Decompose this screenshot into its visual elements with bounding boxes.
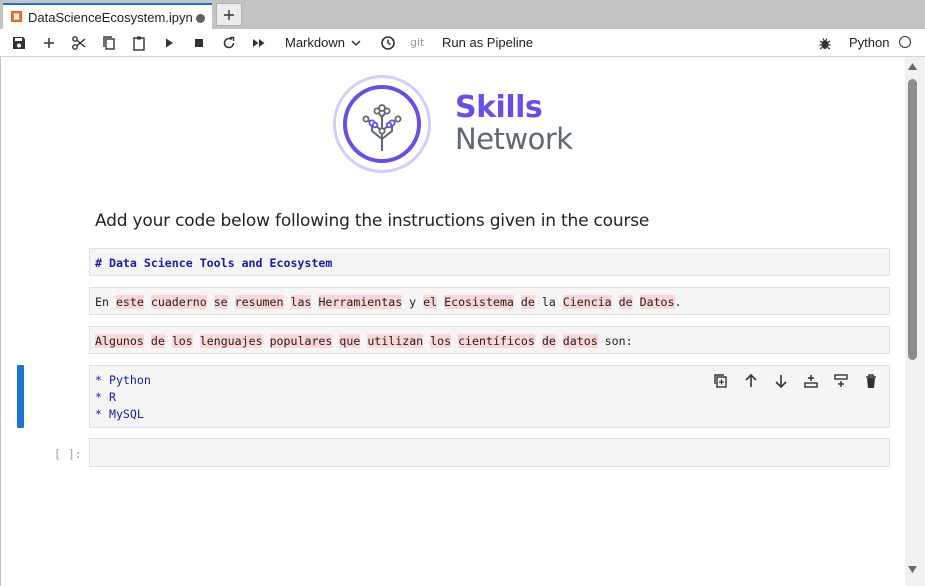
cell-text-segment [165, 334, 172, 348]
cell-text-segment [514, 295, 521, 309]
vertical-scrollbar[interactable] [905, 57, 925, 586]
cell-text-segment [228, 295, 235, 309]
list-item: * MySQL [95, 407, 144, 421]
cell-text-segment [612, 295, 619, 309]
git-label[interactable]: git [410, 36, 424, 49]
save-icon[interactable] [11, 35, 27, 51]
unsaved-indicator-icon[interactable] [196, 14, 205, 23]
spellcheck-highlight: Algunos [95, 334, 144, 348]
list-item: * R [95, 390, 116, 404]
logo-tree-icon [362, 104, 402, 151]
cell-text-segment: y [402, 295, 424, 309]
markdown-cell-languages[interactable]: Algunos de los lenguajes populares que u… [89, 326, 890, 354]
clock-icon[interactable] [380, 35, 396, 51]
cell-text-segment: la [534, 295, 563, 309]
spellcheck-highlight: el [423, 295, 438, 309]
cell-text-segment [193, 334, 200, 348]
scroll-down-arrow-icon[interactable] [908, 566, 917, 573]
insert-below-icon[interactable] [832, 372, 850, 390]
restart-icon[interactable] [221, 35, 237, 51]
stop-icon[interactable] [191, 35, 207, 51]
paste-icon[interactable] [131, 35, 147, 51]
skills-network-logo: Skills Network [331, 73, 581, 179]
spellcheck-highlight: Datos [639, 295, 675, 309]
spellcheck-highlight: de [618, 295, 633, 309]
insert-above-icon[interactable] [802, 372, 820, 390]
move-down-icon[interactable] [772, 372, 790, 390]
markdown-cell-list[interactable]: * Python * R * MySQL [89, 365, 890, 428]
plus-icon [224, 10, 234, 20]
notebook-tab[interactable]: DataScienceEcosystem.ipyn [3, 3, 212, 29]
spellcheck-highlight: Ecosistema [444, 295, 514, 309]
spellcheck-highlight: utilizan [367, 334, 424, 348]
tab-bar: DataScienceEcosystem.ipyn [0, 0, 925, 29]
spellcheck-highlight: populares [269, 334, 333, 348]
move-up-icon[interactable] [742, 372, 760, 390]
markdown-cell-title[interactable]: # Data Science Tools and Ecosystem [89, 248, 890, 276]
spellcheck-highlight: que [339, 334, 361, 348]
spellcheck-highlight: cuaderno [150, 295, 207, 309]
spellcheck-highlight: los [430, 334, 452, 348]
cell-source: # Data Science Tools and Ecosystem [95, 256, 333, 270]
tab-title: DataScienceEcosystem.ipyn [28, 10, 193, 25]
scroll-up-arrow-icon[interactable] [908, 63, 917, 70]
debugger-bug-icon[interactable] [817, 35, 833, 51]
input-prompt: [ ]: [54, 447, 82, 461]
cell-text-segment [144, 334, 151, 348]
spellcheck-highlight: se [213, 295, 228, 309]
new-tab-button[interactable] [216, 3, 242, 26]
kernel-name[interactable]: Python [849, 35, 889, 50]
spellcheck-highlight: de [520, 295, 535, 309]
logo-network-text: Network [455, 122, 573, 156]
notebook-icon [11, 11, 22, 22]
cell-text-segment: En [95, 295, 116, 309]
cell-type-dropdown[interactable]: Markdown [285, 35, 345, 50]
spellcheck-highlight: las [290, 295, 312, 309]
fast-forward-icon[interactable] [251, 35, 267, 51]
spellcheck-highlight: de [541, 334, 556, 348]
spellcheck-highlight: este [115, 295, 144, 309]
logo-skills-text: Skills [455, 90, 543, 125]
copy-icon[interactable] [101, 35, 117, 51]
spellcheck-highlight: de [150, 334, 165, 348]
cell-text-segment [207, 295, 214, 309]
chevron-down-icon[interactable] [350, 37, 362, 49]
instructions-heading: Add your code below following the instru… [95, 211, 650, 231]
cell-text-segment: . [674, 295, 682, 309]
spellcheck-highlight: Herramientas [318, 295, 403, 309]
kernel-status-icon [899, 36, 911, 48]
active-cell-indicator [17, 365, 24, 428]
cell-source: En este cuaderno se resumen las Herramie… [95, 295, 682, 309]
spellcheck-highlight: los [171, 334, 193, 348]
cell-text-segment [144, 295, 151, 309]
spellcheck-highlight: datos [562, 334, 598, 348]
delete-cell-icon[interactable] [862, 372, 880, 390]
cell-text-segment: son: [597, 334, 633, 348]
notebook-toolbar: Markdown git Run as Pipeline Python [0, 29, 925, 57]
cell-text-segment [556, 334, 563, 348]
spellcheck-highlight: lenguajes [199, 334, 263, 348]
cell-text-segment [535, 334, 542, 348]
spellcheck-highlight: Ciencia [562, 295, 612, 309]
run-as-pipeline-button[interactable]: Run as Pipeline [442, 35, 533, 50]
cell-text-segment [633, 295, 640, 309]
code-cell-empty[interactable] [89, 438, 890, 467]
markdown-cell-intro[interactable]: En este cuaderno se resumen las Herramie… [89, 287, 890, 315]
list-item: * Python [95, 373, 151, 387]
cell-text-segment [263, 334, 270, 348]
spellcheck-highlight: científicos [458, 334, 535, 348]
cell-text-segment [284, 295, 291, 309]
spellcheck-highlight: resumen [234, 295, 284, 309]
cell-source: Algunos de los lenguajes populares que u… [95, 334, 633, 348]
run-icon[interactable] [161, 35, 177, 51]
duplicate-cell-icon[interactable] [712, 372, 730, 390]
add-cell-icon[interactable] [41, 35, 57, 51]
scroll-thumb[interactable] [908, 79, 917, 360]
cut-icon[interactable] [71, 35, 87, 51]
